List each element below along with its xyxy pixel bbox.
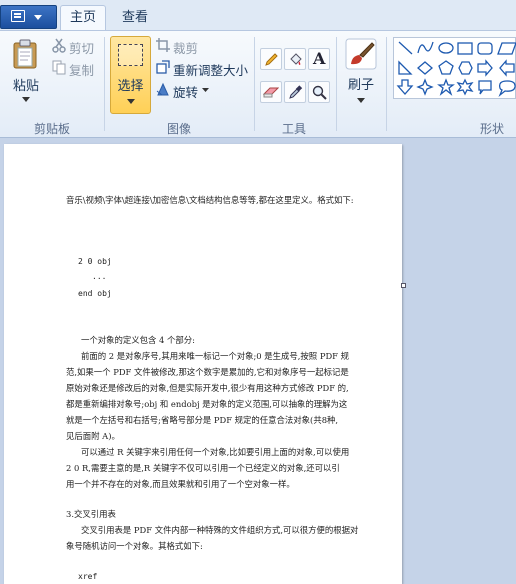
cut-label: 剪切 bbox=[69, 41, 95, 56]
doc-line: 范,如果一个 PDF 文件被修改,那这个数字是累加的,它和对象序号一起标记是 bbox=[66, 367, 349, 377]
paint-bucket-icon bbox=[290, 53, 302, 65]
doc-line: ... bbox=[92, 272, 107, 281]
image-canvas[interactable]: 音乐\视频\字体\超连接\加密信息\文档结构信息等等,都在这里定义。格式如下: … bbox=[4, 144, 402, 584]
eyedropper-icon bbox=[289, 85, 303, 99]
paste-label: 粘贴 bbox=[12, 79, 39, 94]
selection-rect-icon bbox=[118, 44, 143, 66]
ribbon-tab-bar: 主页 查看 bbox=[0, 0, 516, 31]
clipboard-group-label: 剪贴板 bbox=[33, 122, 70, 136]
copy-button[interactable]: 复制 bbox=[52, 59, 98, 78]
group-divider bbox=[104, 37, 105, 131]
group-divider bbox=[254, 37, 255, 131]
doc-line: 都是重新编排对象号;obj 和 endobj 是对象的定义范围,可以抽象的理解为… bbox=[66, 399, 348, 409]
doc-line: 可以通过 R 关键字来引用任何一个对象,比如要引用上面的对象,可以使用 bbox=[81, 447, 350, 457]
text-icon: A bbox=[313, 49, 326, 68]
doc-line: 象号随机访问一个对象。其格式如下: bbox=[66, 541, 203, 551]
shapes-grid-icon bbox=[396, 41, 516, 98]
pencil-tool[interactable] bbox=[260, 48, 282, 70]
doc-line: 就是一个左括号和右括号;省略号部分是 PDF 规定的任意合法对象(共8种, bbox=[66, 415, 339, 425]
chevron-down-icon bbox=[22, 97, 30, 102]
eraser-tool[interactable] bbox=[260, 81, 282, 103]
brushes-label: 刷子 bbox=[347, 78, 374, 93]
copy-icon bbox=[52, 60, 66, 75]
doc-line: 前面的 2 是对象序号,其用来唯一标记一个对象;0 是生成号,按照 PDF 规 bbox=[81, 351, 350, 361]
crop-icon bbox=[156, 38, 170, 52]
group-divider bbox=[336, 37, 337, 131]
shapes-gallery[interactable] bbox=[393, 37, 516, 99]
chevron-down-icon bbox=[34, 15, 42, 20]
doc-line: 见后面附 A)。 bbox=[66, 431, 120, 441]
cut-button[interactable]: 剪切 bbox=[52, 37, 98, 56]
brushes-button[interactable]: 刷子 bbox=[342, 36, 380, 114]
resize-icon bbox=[156, 60, 170, 74]
rotate-label: 旋转 bbox=[173, 85, 199, 100]
doc-line: 2 0 obj bbox=[78, 257, 112, 266]
paste-button[interactable]: 粘贴 bbox=[6, 35, 46, 111]
tab-view[interactable]: 查看 bbox=[114, 6, 156, 30]
scissors-icon bbox=[52, 38, 66, 53]
select-label: 选择 bbox=[117, 79, 144, 94]
image-group-label: 图像 bbox=[166, 122, 191, 136]
resize-label: 重新调整大小 bbox=[173, 63, 249, 78]
tab-home[interactable]: 主页 bbox=[60, 5, 106, 31]
magnifier-tool[interactable] bbox=[308, 81, 330, 103]
magnifier-icon bbox=[312, 85, 327, 100]
rotate-button[interactable]: 旋转 bbox=[156, 81, 216, 100]
pencil-icon bbox=[265, 53, 278, 66]
doc-line: 交叉引用表是 PDF 文件内部一种特殊的文件组织方式,可以很方便的根据对 bbox=[81, 525, 359, 535]
tools-group-label: 工具 bbox=[281, 122, 306, 136]
doc-line: 一个对象的定义包含 4 个部分: bbox=[81, 335, 195, 345]
clipboard-icon bbox=[13, 39, 37, 69]
group-divider bbox=[386, 37, 387, 131]
app-menu-button[interactable] bbox=[0, 5, 57, 29]
copy-label: 复制 bbox=[69, 63, 95, 78]
ribbon: 粘贴 剪切 复制 剪贴板 选择 裁剪 重新调整大小 旋转 图像 A 工具 刷子 … bbox=[0, 30, 516, 138]
doc-heading: 3.交叉引用表 bbox=[66, 509, 116, 519]
resize-button[interactable]: 重新调整大小 bbox=[156, 59, 249, 78]
resize-handle[interactable] bbox=[401, 283, 406, 288]
color-picker-tool[interactable] bbox=[284, 81, 306, 103]
doc-line: 2 0 R,需要主意的是,R 关键字不仅可以引用一个已经定义的对象,还可以引 bbox=[66, 463, 340, 473]
doc-line: 音乐\视频\字体\超连接\加密信息\文档结构信息等等,都在这里定义。格式如下: bbox=[66, 195, 354, 205]
doc-line: 原始对象还是修改后的对象,但是实际开发中,很少有用这种方式修改 PDF 的, bbox=[66, 383, 349, 393]
eraser-icon bbox=[263, 87, 279, 98]
crop-label: 裁剪 bbox=[173, 41, 199, 56]
doc-line: 用一个并不存在的对象,而且效果就和引用了一个空对象一样。 bbox=[66, 479, 295, 489]
text-tool[interactable]: A bbox=[308, 48, 330, 70]
chevron-down-icon bbox=[202, 88, 209, 92]
doc-line: end obj bbox=[78, 289, 112, 298]
menu-icon bbox=[11, 10, 25, 22]
fill-tool[interactable] bbox=[284, 48, 306, 70]
brush-icon bbox=[345, 38, 377, 70]
rotate-icon bbox=[156, 82, 169, 96]
chevron-down-icon bbox=[357, 98, 365, 103]
chevron-down-icon bbox=[127, 99, 135, 104]
canvas-area[interactable]: 音乐\视频\字体\超连接\加密信息\文档结构信息等等,都在这里定义。格式如下: … bbox=[0, 138, 516, 584]
shapes-group-label: 形状 bbox=[480, 122, 505, 136]
crop-button[interactable]: 裁剪 bbox=[156, 37, 216, 56]
select-button[interactable]: 选择 bbox=[110, 36, 151, 114]
doc-line: xref bbox=[78, 572, 98, 581]
